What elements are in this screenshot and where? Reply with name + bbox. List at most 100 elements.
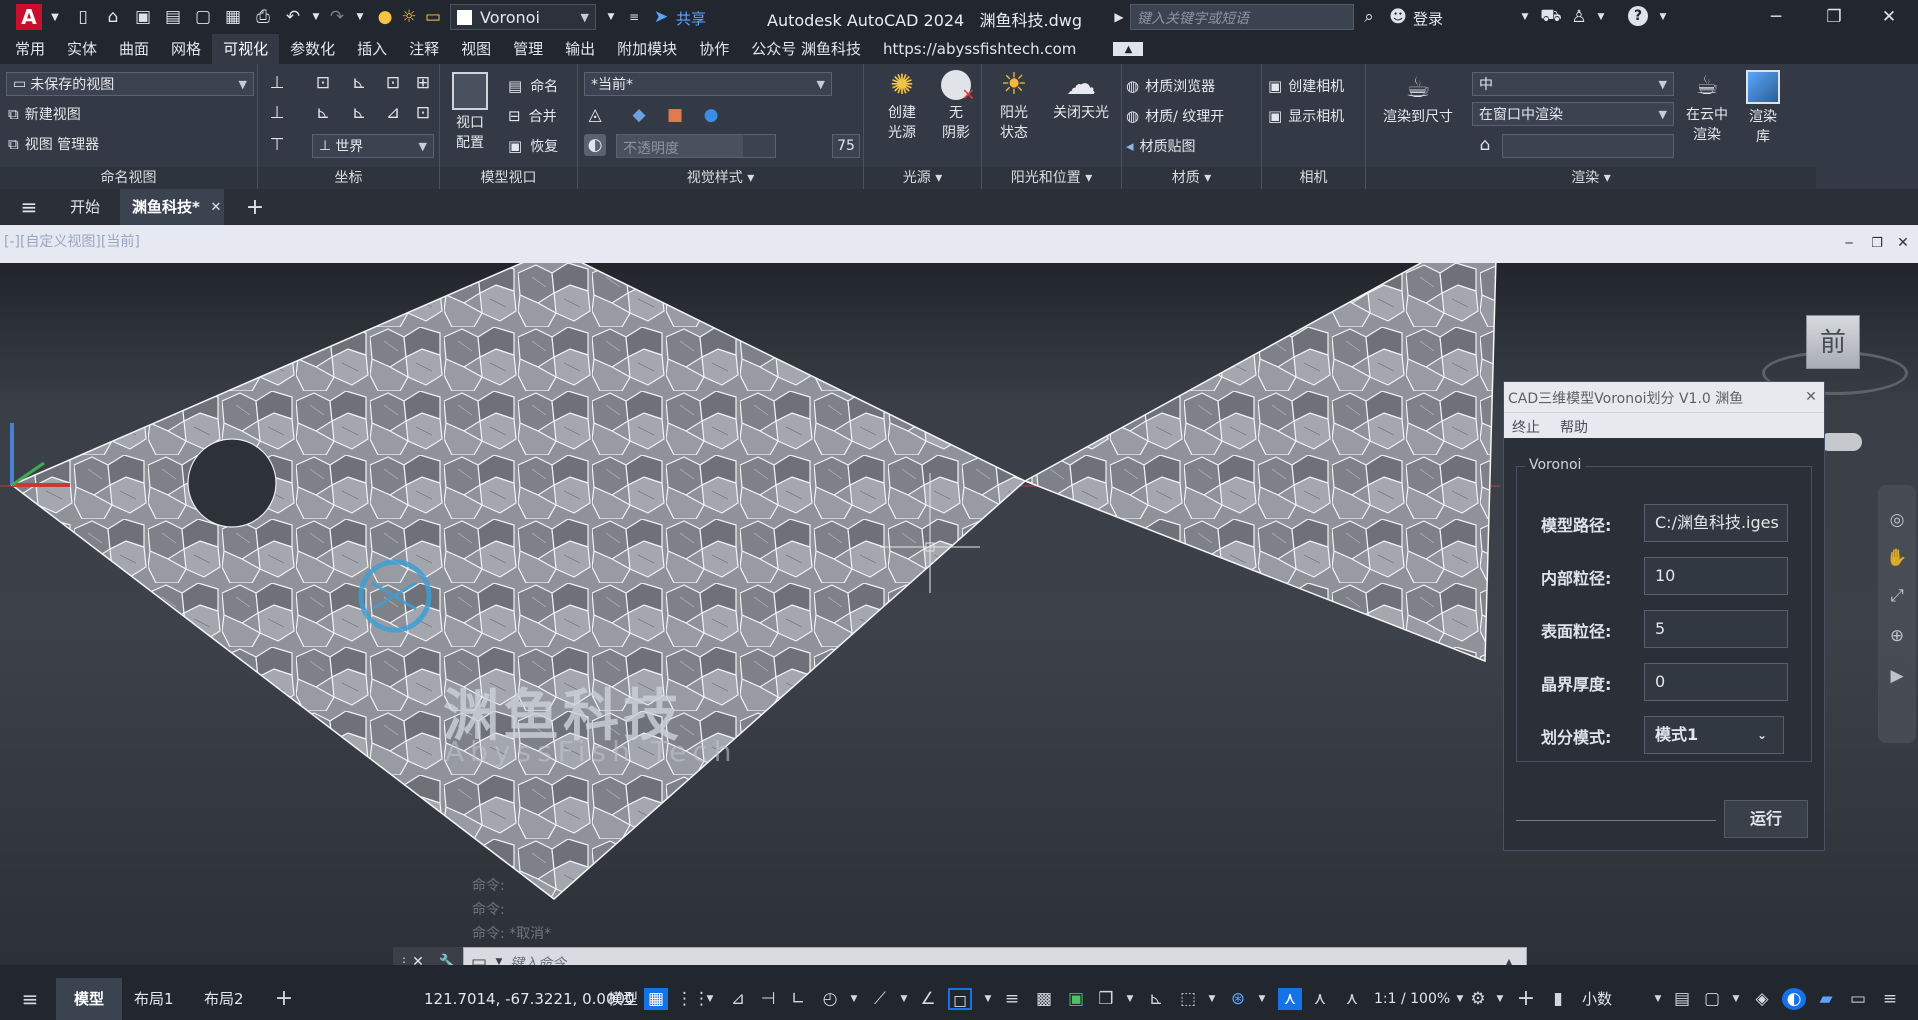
annotation-scale-icon[interactable]: ⋏ bbox=[1340, 988, 1364, 1010]
redo-dropdown-icon[interactable]: ▼ bbox=[349, 6, 371, 28]
ribbon-tab-5[interactable]: 参数化 bbox=[279, 34, 346, 64]
lock-ui-icon[interactable]: ▢ bbox=[1700, 988, 1724, 1010]
ribbon-tab-9[interactable]: 管理 bbox=[502, 34, 554, 64]
dialog-close-icon[interactable]: ✕ bbox=[1800, 386, 1822, 408]
partition-mode-select[interactable]: 模式1 ⌄ bbox=[1644, 716, 1784, 754]
tab-layout1[interactable]: 布局1 bbox=[134, 978, 174, 1020]
app-dropdown-icon[interactable]: ▼ bbox=[1590, 6, 1612, 28]
wcs-menu-button[interactable] bbox=[1820, 433, 1862, 451]
ribbon-tab-0[interactable]: 常用 bbox=[4, 34, 56, 64]
opacity-slider[interactable]: 不透明度 bbox=[616, 134, 776, 158]
dialog-title-bar[interactable]: CAD三维模型Voronoi划分 V1.0 渊鱼 ✕ bbox=[1504, 382, 1824, 412]
tab-layout2[interactable]: 布局2 bbox=[204, 978, 244, 1020]
units-dropdown-icon[interactable]: ▼ bbox=[1646, 988, 1670, 1010]
graphics-performance-icon[interactable]: ▰ bbox=[1814, 988, 1838, 1010]
ucs-z-icon[interactable]: ⊞ bbox=[412, 72, 434, 94]
workspace-dropdown-icon[interactable]: ▼ bbox=[1488, 988, 1512, 1010]
ribbon-tab-4[interactable]: 可视化 bbox=[212, 34, 280, 64]
web-mobile-icon[interactable]: ▢ bbox=[192, 6, 214, 28]
viewport-name-button[interactable]: ▤ 命名 bbox=[508, 76, 558, 96]
autoscale-icon[interactable]: ⋏ bbox=[1308, 988, 1332, 1010]
render-gallery-button[interactable]: 渲染 库 bbox=[1738, 68, 1788, 146]
ortho-icon[interactable]: ∟ bbox=[786, 988, 810, 1010]
viewport-minimize-icon[interactable]: ─ bbox=[1838, 232, 1860, 254]
steering-wheel-icon[interactable]: ◎ bbox=[1886, 509, 1908, 531]
hamburger-menu-icon[interactable]: ≡ bbox=[18, 195, 40, 219]
qat-more-icon[interactable]: ≡ bbox=[623, 6, 645, 28]
units-value[interactable]: 小数 bbox=[1582, 978, 1612, 1020]
material-mapping-button[interactable]: ◂ 材质贴图 bbox=[1126, 136, 1196, 156]
minimize-icon[interactable]: ─ bbox=[1765, 6, 1787, 28]
ucs-face-icon[interactable]: ⊡ bbox=[382, 72, 404, 94]
ucs-y-icon[interactable]: ⊾ bbox=[348, 102, 370, 124]
workspace-select[interactable]: Voronoi ▼ bbox=[450, 4, 596, 30]
viewcube[interactable]: 前 bbox=[1806, 315, 1860, 369]
restore-icon[interactable]: ❐ bbox=[1823, 6, 1845, 28]
workspace-gear-icon[interactable]: ⚙ bbox=[1466, 988, 1490, 1010]
show-camera-button[interactable]: ▣ 显示相机 bbox=[1268, 106, 1344, 126]
xray-icon[interactable]: ◐ bbox=[584, 134, 606, 156]
annotation-monitor-icon[interactable]: + bbox=[1514, 988, 1538, 1010]
visual-style-select[interactable]: *当前* ▼ bbox=[584, 72, 832, 96]
ribbon-tab-6[interactable]: 插入 bbox=[346, 34, 398, 64]
face-color-icon[interactable]: ■ bbox=[664, 104, 686, 126]
coordinates-readout[interactable]: 121.7014, -67.3221, 0.0000 bbox=[424, 978, 635, 1020]
lightbulb-icon[interactable]: ● bbox=[374, 6, 396, 28]
ucs-object-icon[interactable]: ⊾ bbox=[348, 72, 370, 94]
tab-model[interactable]: 模型 bbox=[56, 978, 122, 1020]
print-icon[interactable]: ⎙ bbox=[252, 6, 274, 28]
ribbon-tab-2[interactable]: 曲面 bbox=[108, 34, 160, 64]
ribbon-tab-8[interactable]: 视图 bbox=[450, 34, 502, 64]
material-texture-button[interactable]: ◍ 材质/ 纹理开 bbox=[1126, 106, 1224, 126]
search-expand-icon[interactable]: ▶ bbox=[1108, 6, 1130, 28]
render-target-select[interactable]: 在窗口中渲染 ▼ bbox=[1472, 102, 1674, 126]
object-snap-icon[interactable]: ◻ bbox=[948, 988, 972, 1011]
selection-cycling-icon[interactable]: ▣ bbox=[1064, 988, 1088, 1010]
3d-osnap-dropdown-icon[interactable]: ▼ bbox=[1118, 988, 1142, 1010]
search-input[interactable]: 键入关键字或短语 bbox=[1130, 4, 1354, 30]
boundary-thickness-field[interactable]: 0 bbox=[1644, 663, 1788, 701]
app-menu-chevron-icon[interactable]: ▼ bbox=[44, 6, 66, 28]
viewport-config-button[interactable]: 视口 配置 bbox=[450, 72, 490, 152]
grid-icon[interactable]: ▦ bbox=[644, 988, 668, 1010]
new-file-icon[interactable]: ▯ bbox=[72, 6, 94, 28]
3d-osnap-icon[interactable]: ❒ bbox=[1094, 988, 1118, 1010]
ucs-zaxis-icon[interactable]: ⊿ bbox=[382, 102, 404, 124]
render-to-size-button[interactable]: ☕ 渲染到尺寸 bbox=[1378, 70, 1458, 126]
viewport-label[interactable]: [-][自定义视图][当前] bbox=[4, 231, 140, 251]
polar-dropdown-icon[interactable]: ▼ bbox=[842, 988, 866, 1010]
run-button[interactable]: 运行 bbox=[1724, 800, 1808, 838]
cmd-customize-icon[interactable]: 🔧 bbox=[437, 951, 459, 965]
surface-grain-field[interactable]: 5 bbox=[1644, 610, 1788, 648]
ribbon-tab-14[interactable]: https://abyssfishtech.com bbox=[872, 34, 1087, 64]
share-icon[interactable]: ➤ bbox=[650, 6, 672, 28]
dynamic-ucs-icon[interactable]: ⊾ bbox=[1144, 988, 1168, 1010]
new-tab-icon[interactable]: + bbox=[244, 195, 266, 220]
create-light-button[interactable]: ✺ 创建 光源 bbox=[878, 68, 926, 142]
osnap-dropdown-icon[interactable]: ▼ bbox=[976, 988, 1000, 1010]
hardware-acceleration-icon[interactable]: ◐ bbox=[1782, 988, 1806, 1010]
ribbon-tab-3[interactable]: 网格 bbox=[160, 34, 212, 64]
inner-grain-field[interactable]: 10 bbox=[1644, 557, 1788, 595]
ucs-view-icon[interactable]: ⊥ bbox=[266, 102, 288, 124]
save-icon[interactable]: ▣ bbox=[132, 6, 154, 28]
lock-ui-dropdown-icon[interactable]: ▼ bbox=[1724, 988, 1748, 1010]
cart-icon[interactable]: ⛟ bbox=[1540, 6, 1562, 28]
render-quality-select[interactable]: 中 ▼ bbox=[1472, 72, 1674, 96]
model-path-field[interactable]: C:/渊鱼科技.iges bbox=[1644, 504, 1788, 542]
save-as-icon[interactable]: ▤ bbox=[162, 6, 184, 28]
ribbon-tab-13[interactable]: 公众号 渊鱼科技 bbox=[740, 34, 872, 64]
shadow-style-icon[interactable]: ◆ bbox=[628, 104, 650, 126]
lock-icon[interactable]: ▭ bbox=[422, 6, 444, 28]
ucs-select[interactable]: ⊥ 世界 ▼ bbox=[312, 134, 434, 158]
ribbon-tab-10[interactable]: 输出 bbox=[554, 34, 606, 64]
showmotion-icon[interactable]: ▶ bbox=[1886, 665, 1908, 687]
login-dropdown-icon[interactable]: ▼ bbox=[1514, 6, 1536, 28]
customize-statusbar-icon[interactable]: ≡ bbox=[1878, 988, 1902, 1010]
close-icon[interactable]: ✕ bbox=[1878, 6, 1900, 28]
undo-icon[interactable]: ↶ bbox=[282, 6, 304, 28]
render-env-icon[interactable]: ⌂ bbox=[1474, 134, 1496, 156]
layout-menu-icon[interactable]: ≡ bbox=[18, 988, 42, 1010]
undo-dropdown-icon[interactable]: ▼ bbox=[305, 6, 327, 28]
sky-off-button[interactable]: ☁ 关闭天光 bbox=[1042, 68, 1120, 122]
